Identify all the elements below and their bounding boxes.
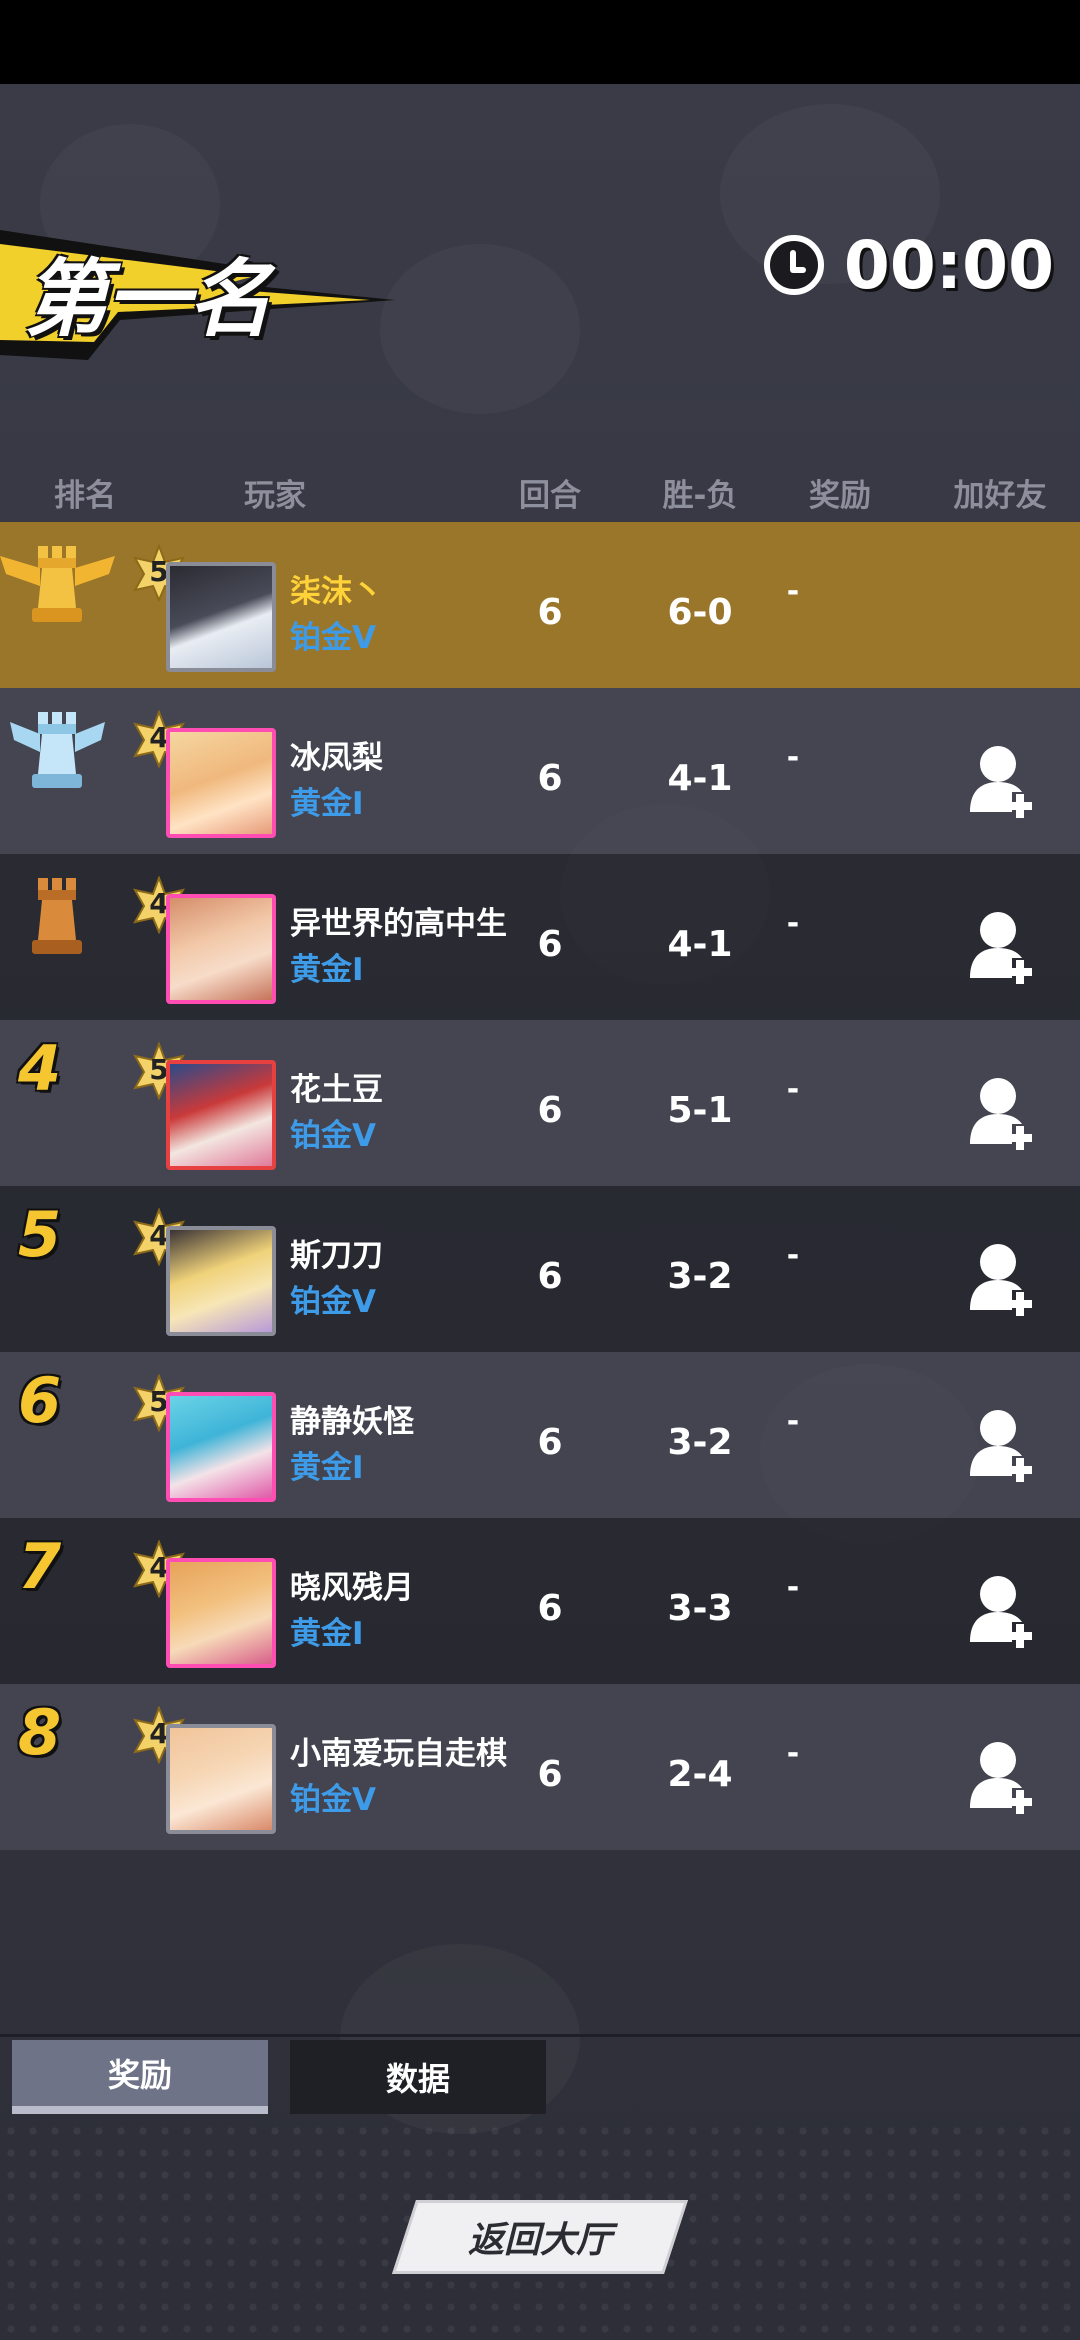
rounds-value: 6 — [537, 1256, 563, 1297]
player-name: 冰凤梨 — [290, 740, 383, 776]
header-reward: 奖励 — [809, 478, 871, 514]
reward-value: - — [786, 906, 800, 941]
divider — [0, 2034, 1080, 2037]
tab-reward[interactable]: 奖励 — [12, 2040, 268, 2114]
player-row[interactable]: 8 4 小南爱玩自走棋 铂金V 6 2-4 - — [0, 1684, 1080, 1850]
player-row[interactable]: 4 异世界的高中生 黄金I 6 4-1 - — [0, 854, 1080, 1020]
avatar[interactable] — [166, 1226, 276, 1336]
header-rank: 排名 — [54, 478, 116, 514]
add-friend-icon[interactable] — [966, 1570, 1038, 1650]
bronze-rook-trophy-icon — [32, 878, 82, 954]
player-name: 花土豆 — [290, 1072, 383, 1108]
player-row[interactable]: 4 5 花土豆 铂金V 6 5-1 - — [0, 1020, 1080, 1186]
player-tier: 铂金V — [290, 620, 376, 656]
avatar[interactable] — [166, 1392, 276, 1502]
record-value: 3-2 — [667, 1422, 733, 1463]
header-record: 胜-负 — [662, 478, 738, 514]
rank-number: 4 — [18, 1032, 62, 1105]
status-bar — [0, 0, 1080, 84]
silver-rook-trophy-icon — [10, 712, 105, 788]
record-value: 4-1 — [667, 758, 733, 799]
reward-value: - — [786, 1238, 800, 1273]
rounds-value: 6 — [537, 1422, 563, 1463]
record-value: 3-3 — [667, 1588, 733, 1629]
add-friend-icon[interactable] — [966, 740, 1038, 820]
record-value: 4-1 — [667, 924, 733, 965]
header-rounds: 回合 — [519, 478, 581, 514]
player-name: 斯刀刀 — [290, 1238, 383, 1274]
timer-value: 00:00 — [843, 226, 1054, 304]
rank-number: 5 — [18, 1198, 62, 1271]
rounds-value: 6 — [537, 758, 563, 799]
player-tier: 黄金I — [290, 1450, 364, 1486]
rounds-value: 6 — [537, 592, 563, 633]
player-name: 小南爱玩自走棋 — [290, 1736, 507, 1772]
record-value: 5-1 — [667, 1090, 733, 1131]
return-to-lobby-button[interactable]: 返回大厅 — [391, 2200, 689, 2274]
add-friend-icon[interactable] — [966, 1238, 1038, 1318]
player-name: 静静妖怪 — [290, 1404, 414, 1440]
reward-value: - — [786, 1570, 800, 1605]
player-name: 柒沫丶 — [290, 574, 383, 610]
reward-value: - — [786, 1736, 800, 1771]
avatar[interactable] — [166, 894, 276, 1004]
gold-rook-trophy-icon — [0, 546, 115, 622]
rank-number: 6 — [18, 1364, 62, 1437]
page-title: 第一名 — [24, 250, 272, 348]
rank-number: 8 — [18, 1696, 62, 1769]
avatar[interactable] — [166, 1060, 276, 1170]
add-friend-icon[interactable] — [966, 906, 1038, 986]
player-row[interactable]: 5 柒沫丶 铂金V 6 6-0 - — [0, 522, 1080, 688]
avatar[interactable] — [166, 728, 276, 838]
avatar[interactable] — [166, 1724, 276, 1834]
reward-value: - — [786, 740, 800, 775]
tab-data[interactable]: 数据 — [290, 2040, 546, 2114]
rounds-value: 6 — [537, 1090, 563, 1131]
header-add-friend: 加好友 — [953, 478, 1047, 514]
player-row[interactable]: 6 5 静静妖怪 黄金I 6 3-2 - — [0, 1352, 1080, 1518]
record-value: 3-2 — [667, 1256, 733, 1297]
player-tier: 铂金V — [290, 1118, 376, 1154]
add-friend-icon[interactable] — [966, 1072, 1038, 1152]
player-tier: 铂金V — [290, 1782, 376, 1818]
rank-number: 7 — [18, 1530, 62, 1603]
player-tier: 黄金I — [290, 952, 364, 988]
reward-value: - — [786, 1404, 800, 1439]
player-name: 晓风残月 — [290, 1570, 414, 1606]
header-player: 玩家 — [244, 478, 306, 514]
add-friend-icon[interactable] — [966, 1404, 1038, 1484]
rounds-value: 6 — [537, 1754, 563, 1795]
avatar[interactable] — [166, 1558, 276, 1668]
player-row[interactable]: 4 冰凤梨 黄金I 6 4-1 - — [0, 688, 1080, 854]
avatar[interactable] — [166, 562, 276, 672]
record-value: 2-4 — [667, 1754, 733, 1795]
record-value: 6-0 — [667, 592, 733, 633]
timer: 00:00 — [763, 220, 1054, 310]
reward-value: - — [786, 1072, 800, 1107]
player-tier: 黄金I — [290, 1616, 364, 1652]
clock-icon — [763, 235, 824, 295]
rounds-value: 6 — [537, 1588, 563, 1629]
player-name: 异世界的高中生 — [290, 906, 507, 942]
player-row[interactable]: 5 4 斯刀刀 铂金V 6 3-2 - — [0, 1186, 1080, 1352]
background-decoration — [380, 244, 580, 414]
return-button-label: 返回大厅 — [467, 2220, 612, 2261]
rounds-value: 6 — [537, 924, 563, 965]
player-tier: 铂金V — [290, 1284, 376, 1320]
reward-value: - — [786, 574, 800, 609]
player-tier: 黄金I — [290, 786, 364, 822]
player-row[interactable]: 7 4 晓风残月 黄金I 6 3-3 - — [0, 1518, 1080, 1684]
add-friend-icon[interactable] — [966, 1736, 1038, 1816]
